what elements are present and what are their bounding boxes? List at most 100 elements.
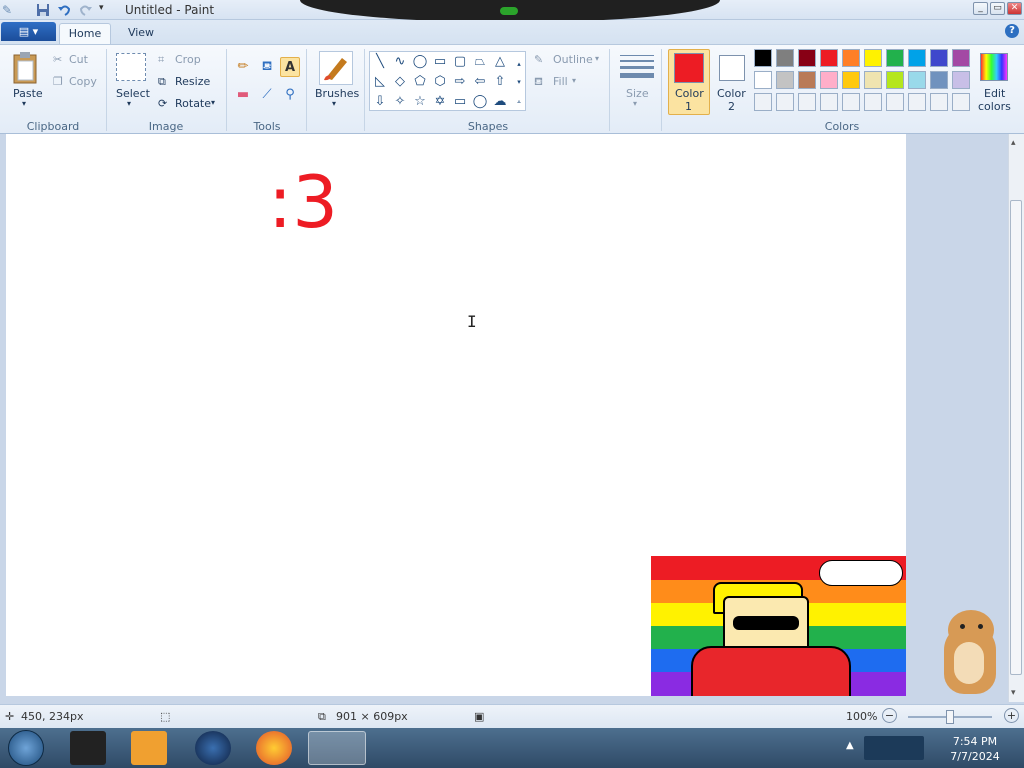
paint-app-icon[interactable]: ✎	[2, 3, 16, 17]
rotate-button[interactable]: Rotate	[175, 97, 211, 110]
vertical-scroll-thumb[interactable]	[1010, 200, 1022, 675]
pencil-icon[interactable]: ✏	[233, 57, 253, 77]
color-swatch[interactable]	[798, 49, 816, 67]
color2-swatch[interactable]	[719, 55, 745, 81]
fill-dropdown-icon[interactable]: ▾	[572, 76, 576, 85]
hexagon-shape-icon[interactable]: ⬡	[430, 72, 450, 92]
save-icon[interactable]	[36, 3, 50, 17]
triangle-shape-icon[interactable]: △	[490, 52, 510, 72]
left-arrow-shape-icon[interactable]: ⇦	[470, 72, 490, 92]
color-picker-icon[interactable]: ⟋	[257, 85, 277, 105]
color-swatch[interactable]	[908, 71, 926, 89]
zoom-slider-thumb[interactable]	[946, 710, 954, 724]
color-swatch[interactable]	[776, 49, 794, 67]
shapes-scroll-up-icon[interactable]: ▴	[513, 54, 525, 74]
terminal-taskbar-icon[interactable]	[70, 731, 106, 765]
color-swatch[interactable]	[864, 49, 882, 67]
drawing-canvas[interactable]: :3 I	[6, 134, 906, 696]
tab-view[interactable]: View	[117, 23, 165, 44]
select-button[interactable]: Select	[116, 87, 150, 100]
callout-cloud-icon[interactable]: ☁	[490, 92, 510, 112]
curve-shape-icon[interactable]: ∿	[390, 52, 410, 72]
down-arrow-shape-icon[interactable]: ⇩	[370, 92, 390, 112]
brushes-dropdown-icon[interactable]: ▾	[332, 99, 336, 108]
paint-taskbar-icon[interactable]	[308, 731, 366, 765]
custom-color-slot[interactable]	[776, 93, 794, 111]
custom-color-slot[interactable]	[820, 93, 838, 111]
start-button[interactable]	[8, 730, 44, 766]
file-menu-button[interactable]: ▤ ▾	[1, 22, 56, 41]
size-button[interactable]: Size	[626, 87, 649, 100]
close-button[interactable]: ✕	[1007, 2, 1022, 15]
five-point-star-icon[interactable]: ☆	[410, 92, 430, 112]
copy-button[interactable]: Copy	[69, 75, 97, 88]
outline-button[interactable]: Outline	[553, 53, 593, 66]
scroll-up-icon[interactable]: ▴	[1011, 138, 1016, 148]
clock[interactable]: 7:54 PM 7/7/2024	[940, 734, 1010, 764]
up-arrow-shape-icon[interactable]: ⇧	[490, 72, 510, 92]
fill-bucket-icon[interactable]: ⛾	[257, 57, 277, 77]
custom-color-slot[interactable]	[930, 93, 948, 111]
scroll-down-icon[interactable]: ▾	[1011, 688, 1016, 698]
diamond-shape-icon[interactable]: ◇	[390, 72, 410, 92]
rectangle-shape-icon[interactable]: ▭	[430, 52, 450, 72]
paste-icon[interactable]	[12, 51, 40, 85]
color-swatch[interactable]	[820, 71, 838, 89]
color-swatch[interactable]	[930, 49, 948, 67]
custom-color-slot[interactable]	[798, 93, 816, 111]
color-swatch[interactable]	[886, 49, 904, 67]
fill-button[interactable]: Fill	[553, 75, 568, 88]
zoom-out-icon[interactable]: −	[882, 708, 897, 723]
firefox-taskbar-icon[interactable]	[256, 731, 292, 765]
magnifier-icon[interactable]: ⚲	[280, 85, 300, 105]
custom-color-slot[interactable]	[864, 93, 882, 111]
polygon-shape-icon[interactable]: ⏢	[470, 52, 490, 72]
shapes-expand-icon[interactable]: ⩡	[513, 92, 525, 112]
color-swatch[interactable]	[864, 71, 882, 89]
right-arrow-shape-icon[interactable]: ⇨	[450, 72, 470, 92]
pentagon-shape-icon[interactable]: ⬠	[410, 72, 430, 92]
tray-icons[interactable]	[864, 736, 924, 760]
callout-rect-icon[interactable]: ▭	[450, 92, 470, 112]
paste-button[interactable]: Paste	[13, 87, 43, 100]
eraser-icon[interactable]: ▬	[233, 85, 253, 105]
size-icon[interactable]	[620, 55, 654, 79]
minimize-button[interactable]: _	[973, 2, 988, 15]
customize-qat-icon[interactable]: ▾	[99, 3, 113, 17]
color-swatch[interactable]	[754, 49, 772, 67]
show-hidden-icons[interactable]: ▲	[846, 740, 854, 751]
color-swatch[interactable]	[842, 49, 860, 67]
hamster-desktop-pet[interactable]	[936, 604, 1008, 699]
right-triangle-shape-icon[interactable]: ◺	[370, 72, 390, 92]
edit-colors-label-a[interactable]: Edit	[984, 87, 1005, 100]
color-swatch[interactable]	[820, 49, 838, 67]
oval-shape-icon[interactable]: ◯	[410, 52, 430, 72]
color-swatch[interactable]	[908, 49, 926, 67]
color-swatch[interactable]	[952, 49, 970, 67]
resize-button[interactable]: Resize	[175, 75, 210, 88]
color-swatch[interactable]	[952, 71, 970, 89]
line-shape-icon[interactable]: ╲	[370, 52, 390, 72]
color2-label-a[interactable]: Color	[717, 87, 746, 100]
color-swatch[interactable]	[930, 71, 948, 89]
edit-colors-icon[interactable]	[980, 53, 1008, 81]
rounded-rect-shape-icon[interactable]: ▢	[450, 52, 470, 72]
paste-dropdown-icon[interactable]: ▾	[22, 99, 26, 108]
custom-color-slot[interactable]	[952, 93, 970, 111]
callout-oval-icon[interactable]: ◯	[470, 92, 490, 112]
help-icon[interactable]: ?	[1005, 24, 1019, 38]
restore-button[interactable]: ▭	[990, 2, 1005, 15]
custom-color-slot[interactable]	[842, 93, 860, 111]
custom-color-slot[interactable]	[886, 93, 904, 111]
steam-taskbar-icon[interactable]	[195, 731, 231, 765]
shapes-scroll-down-icon[interactable]: ▾	[513, 72, 525, 92]
rotate-dropdown-icon[interactable]: ▾	[211, 98, 215, 107]
custom-color-slot[interactable]	[754, 93, 772, 111]
undo-icon[interactable]	[57, 3, 71, 17]
cut-button[interactable]: Cut	[69, 53, 88, 66]
color-swatch[interactable]	[776, 71, 794, 89]
pasted-image[interactable]	[651, 556, 906, 696]
six-point-star-icon[interactable]: ✡	[430, 92, 450, 112]
color-swatch[interactable]	[886, 71, 904, 89]
color-swatch[interactable]	[842, 71, 860, 89]
